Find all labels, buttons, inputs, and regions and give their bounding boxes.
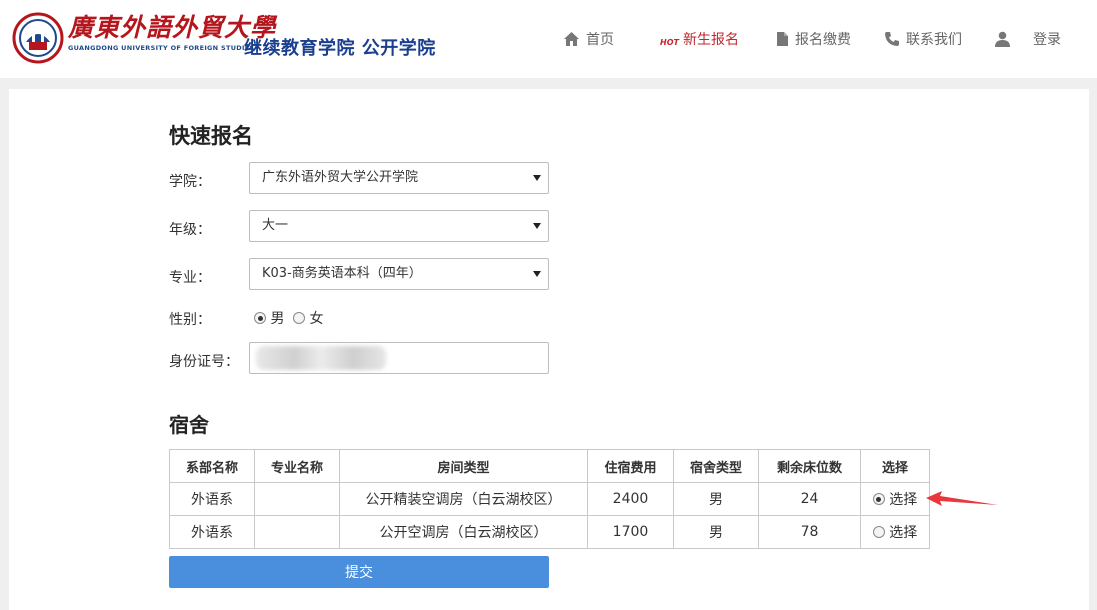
redacted-id-value: [256, 346, 386, 370]
dorm-table-header: 系部名称 专业名称 房间类型 住宿费用 宿舍类型 剩余床位数 选择: [169, 449, 930, 483]
nav-home[interactable]: 首页: [563, 28, 614, 50]
nav-home-label: 首页: [586, 32, 614, 48]
col-major: 专业名称: [254, 449, 340, 483]
dorm-table: 系部名称 专业名称 房间类型 住宿费用 宿舍类型 剩余床位数 选择 外语系 公开…: [169, 449, 930, 549]
col-dept: 系部名称: [169, 449, 255, 483]
row-select-option[interactable]: 选择: [860, 515, 930, 549]
college-name: 继续教育学院 公开学院: [244, 38, 436, 59]
annotation-arrow-icon: [926, 491, 998, 506]
nav-registration-payment[interactable]: 报名缴费: [776, 28, 851, 50]
site-header: 廣東外語外貿大學 GUANGDONG UNIVERSITY OF FOREIGN…: [0, 0, 1097, 78]
row-fee: 1700: [587, 515, 674, 549]
major-select[interactable]: K03-商务英语本科（四年）: [249, 258, 549, 290]
row-type: 男: [673, 482, 759, 516]
college-select[interactable]: 广东外语外贸大学公开学院: [249, 162, 549, 194]
row-select-option[interactable]: 选择: [860, 482, 930, 516]
table-row: 外语系 公开精装空调房（白云湖校区） 2400 男 24 选择: [169, 482, 930, 516]
nav-payment-label: 报名缴费: [795, 32, 851, 48]
major-select-value: K03-商务英语本科（四年）: [262, 266, 422, 281]
grade-select[interactable]: 大一: [249, 210, 549, 242]
gender-male-label: 男: [270, 311, 285, 327]
gender-female-label: 女: [309, 311, 324, 327]
row-dept: 外语系: [169, 515, 255, 549]
phone-icon: [885, 32, 899, 46]
dorm-select-label: 选择: [889, 492, 918, 508]
row-room: 公开空调房（白云湖校区）: [339, 515, 588, 549]
nav-login-label: 登录: [1033, 32, 1061, 48]
nav-login[interactable]: 登录: [994, 28, 1061, 50]
quick-registration-title: 快速报名: [169, 124, 253, 148]
gender-option-female[interactable]: 女: [293, 308, 323, 328]
grade-select-value: 大一: [262, 218, 289, 233]
gender-male-radio[interactable]: [254, 312, 266, 324]
hot-badge-icon: HOT: [660, 37, 679, 47]
college-label: 学院：: [169, 174, 211, 190]
document-icon: [777, 32, 788, 46]
table-row: 外语系 公开空调房（白云湖校区） 1700 男 78 选择: [169, 515, 930, 549]
dorm-select-radio[interactable]: [872, 493, 885, 505]
chevron-down-icon: [533, 271, 541, 277]
row-beds: 24: [758, 482, 861, 516]
dorm-select-radio[interactable]: [872, 526, 885, 538]
id-number-label: 身份证号：: [169, 354, 239, 370]
row-major: [254, 515, 340, 549]
submit-button[interactable]: 提交: [169, 556, 549, 588]
chevron-down-icon: [533, 175, 541, 181]
college-select-value: 广东外语外贸大学公开学院: [262, 170, 419, 185]
home-icon: [564, 32, 579, 46]
dorm-title: 宿舍: [169, 413, 209, 437]
gender-option-male[interactable]: 男: [254, 308, 284, 328]
row-room: 公开精装空调房（白云湖校区）: [339, 482, 588, 516]
university-logo-icon[interactable]: [12, 12, 64, 64]
chevron-down-icon: [533, 223, 541, 229]
col-fee: 住宿费用: [587, 449, 674, 483]
nav-contact-label: 联系我们: [906, 32, 962, 48]
col-room-type: 房间类型: [339, 449, 588, 483]
major-label: 专业：: [169, 270, 211, 286]
col-beds-left: 剩余床位数: [758, 449, 861, 483]
row-type: 男: [673, 515, 759, 549]
row-major: [254, 482, 340, 516]
dorm-select-label: 选择: [889, 525, 918, 541]
gender-label: 性别：: [169, 312, 211, 328]
row-dept: 外语系: [169, 482, 255, 516]
gender-female-radio[interactable]: [293, 312, 305, 324]
nav-new-student-label: 新生报名: [682, 32, 739, 48]
nav-new-student-registration[interactable]: HOT 新生报名: [660, 28, 739, 50]
id-number-input[interactable]: [249, 342, 549, 374]
col-dorm-type: 宿舍类型: [673, 449, 759, 483]
grade-label: 年级：: [169, 222, 211, 238]
row-beds: 78: [758, 515, 861, 549]
nav-contact-us[interactable]: 联系我们: [884, 28, 962, 50]
user-icon: [995, 31, 1010, 47]
row-fee: 2400: [587, 482, 674, 516]
col-select: 选择: [860, 449, 930, 483]
